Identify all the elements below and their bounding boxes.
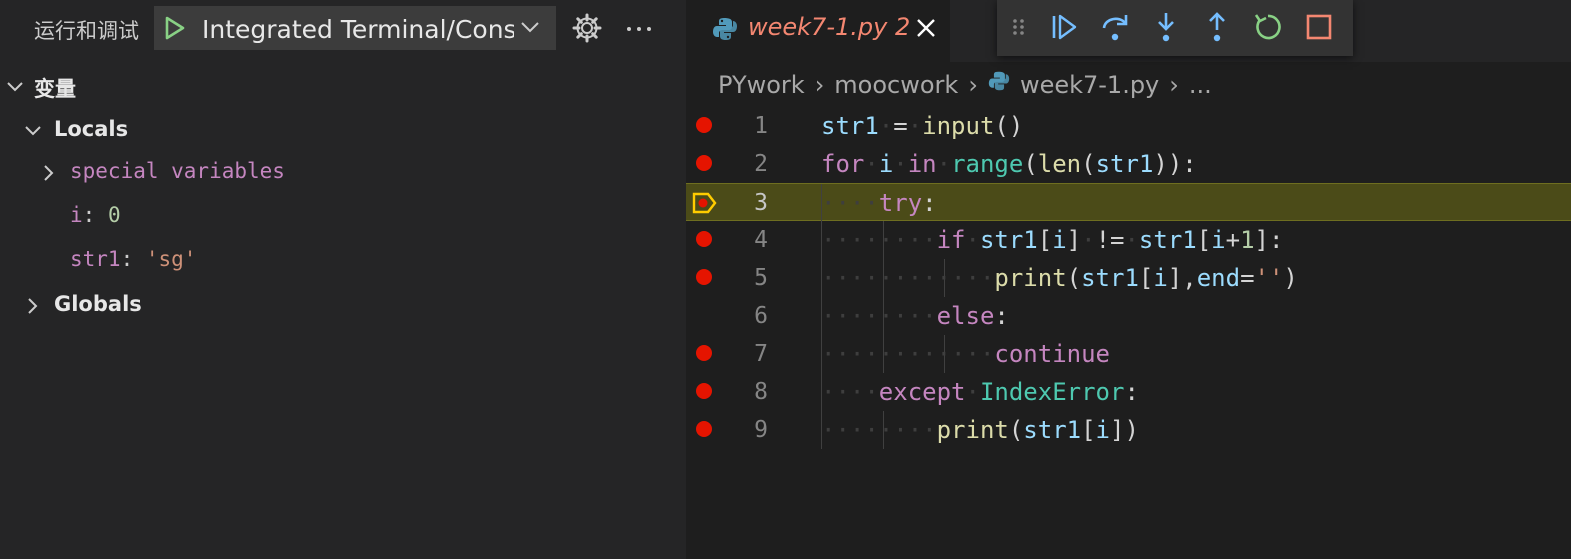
line-number: 5	[754, 265, 768, 291]
chevron-right-icon[interactable]	[24, 297, 42, 315]
launch-config-label[interactable]: Integrated Terminal/Console	[202, 15, 514, 44]
code-line[interactable]: 6 ········else:	[686, 297, 1571, 335]
tab-week7-1-py[interactable]: week7-1.py 2	[686, 0, 950, 62]
chevron-down-icon[interactable]	[6, 78, 24, 96]
code-text: ········if·str1[i]·!=·str1[i+1]:	[821, 226, 1284, 254]
code-line[interactable]: 3 ····try:	[686, 183, 1571, 222]
code-line[interactable]: 8 ····except·IndexError:	[686, 373, 1571, 411]
breadcrumb-item[interactable]: moocwork	[834, 71, 958, 99]
code-text: ····try:	[821, 189, 937, 217]
chevron-right-icon: ›	[1169, 71, 1179, 99]
code-line[interactable]: 9 ········print(str1[i])	[686, 411, 1571, 449]
breakpoint-icon[interactable]	[696, 155, 712, 171]
breakpoint-icon[interactable]	[696, 383, 712, 399]
breakpoint-icon[interactable]	[696, 117, 712, 133]
breadcrumb-item[interactable]: week7-1.py	[1020, 71, 1159, 99]
code-text: str1·=·input()	[821, 112, 1024, 140]
play-icon[interactable]	[164, 16, 186, 40]
breakpoint-icon[interactable]	[696, 231, 712, 247]
line-number: 4	[754, 227, 768, 253]
breadcrumb: PYwork › moocwork › week7-1.py ›...	[718, 70, 1212, 104]
chevron-right-icon: ›	[814, 71, 825, 99]
python-file-icon	[713, 18, 737, 40]
breakpoint-icon[interactable]	[696, 345, 712, 361]
close-icon[interactable]	[914, 16, 938, 40]
variable-name: i	[70, 203, 83, 227]
code-line[interactable]: 4 ········if·str1[i]·!=·str1[i+1]:	[686, 221, 1571, 259]
step-out-icon[interactable]	[1200, 10, 1234, 44]
line-number: 9	[754, 417, 768, 443]
editor-area: week7-1.py 2 PYwork › moocwork › week7-1…	[686, 0, 1571, 559]
code-text: ········print(str1[i])	[821, 416, 1139, 444]
ellipsis-icon[interactable]	[624, 14, 654, 44]
python-file-icon	[988, 71, 1010, 91]
variable-value: 0	[107, 203, 121, 227]
code-line[interactable]: 5 ············print(str1[i],end='')	[686, 259, 1571, 297]
step-into-icon[interactable]	[1149, 10, 1183, 44]
variables-section-label: 变量	[34, 77, 76, 101]
code-text: ····except·IndexError:	[821, 378, 1139, 406]
chevron-down-icon[interactable]	[520, 20, 540, 34]
code-line[interactable]: 7 ············continue	[686, 335, 1571, 373]
code-text: ············continue	[821, 340, 1110, 368]
breadcrumb-item[interactable]: PYwork	[718, 71, 805, 99]
breakpoint-icon[interactable]	[696, 421, 712, 437]
variables-section-header[interactable]: 变量	[0, 66, 686, 106]
continue-icon[interactable]	[1047, 10, 1081, 44]
line-number: 1	[754, 113, 768, 139]
debug-toolbar	[997, 0, 1353, 56]
variable-row[interactable]: i: 0	[0, 196, 686, 236]
step-over-icon[interactable]	[1098, 10, 1132, 44]
chevron-right-icon: ›	[968, 71, 978, 99]
code-text: ········else:	[821, 302, 1009, 330]
line-number: 8	[754, 379, 768, 405]
code-line[interactable]: 1 str1·=·input()	[686, 107, 1571, 145]
locals-label: Locals	[54, 117, 129, 141]
problem-count-badge: 2	[894, 13, 911, 41]
code-text: for·i·in·range(len(str1)):	[821, 150, 1197, 178]
line-number: 2	[754, 151, 768, 177]
variable-name: str1	[70, 247, 121, 271]
stop-icon[interactable]	[1302, 10, 1336, 44]
drag-handle-icon[interactable]	[1011, 10, 1027, 44]
scope-locals[interactable]: Locals	[0, 110, 686, 150]
launch-config-select[interactable]: Integrated Terminal/Console	[154, 6, 556, 50]
special-variables-node[interactable]: special variables	[0, 152, 686, 192]
tab-label[interactable]: week7-1.py 2	[748, 13, 910, 41]
scope-globals[interactable]: Globals	[0, 285, 686, 325]
current-breakpoint-icon[interactable]	[692, 191, 718, 215]
code-line[interactable]: 2 for·i·in·range(len(str1)):	[686, 145, 1571, 183]
special-variables-label: special variables	[70, 159, 285, 183]
debug-header: 运行和调试 Integrated Terminal/Console	[0, 0, 686, 58]
breadcrumb-item[interactable]: ...	[1189, 71, 1212, 99]
breakpoint-icon[interactable]	[696, 269, 712, 285]
line-number: 6	[754, 303, 768, 329]
globals-label: Globals	[54, 292, 142, 316]
variable-row[interactable]: str1: 'sg'	[0, 240, 686, 280]
variable-value: 'sg'	[145, 247, 197, 271]
line-number: 7	[754, 341, 768, 367]
line-number: 3	[754, 190, 768, 216]
run-debug-title: 运行和调试	[34, 19, 139, 43]
chevron-down-icon[interactable]	[24, 122, 42, 140]
run-debug-panel: 运行和调试 Integrated Terminal/Console 变量 Loc…	[0, 0, 686, 559]
code-text: ············print(str1[i],end='')	[821, 264, 1298, 292]
chevron-right-icon[interactable]	[40, 164, 58, 182]
restart-icon[interactable]	[1251, 10, 1285, 44]
tab-filename: week7-1.py	[748, 13, 888, 41]
gear-icon[interactable]	[572, 13, 602, 43]
